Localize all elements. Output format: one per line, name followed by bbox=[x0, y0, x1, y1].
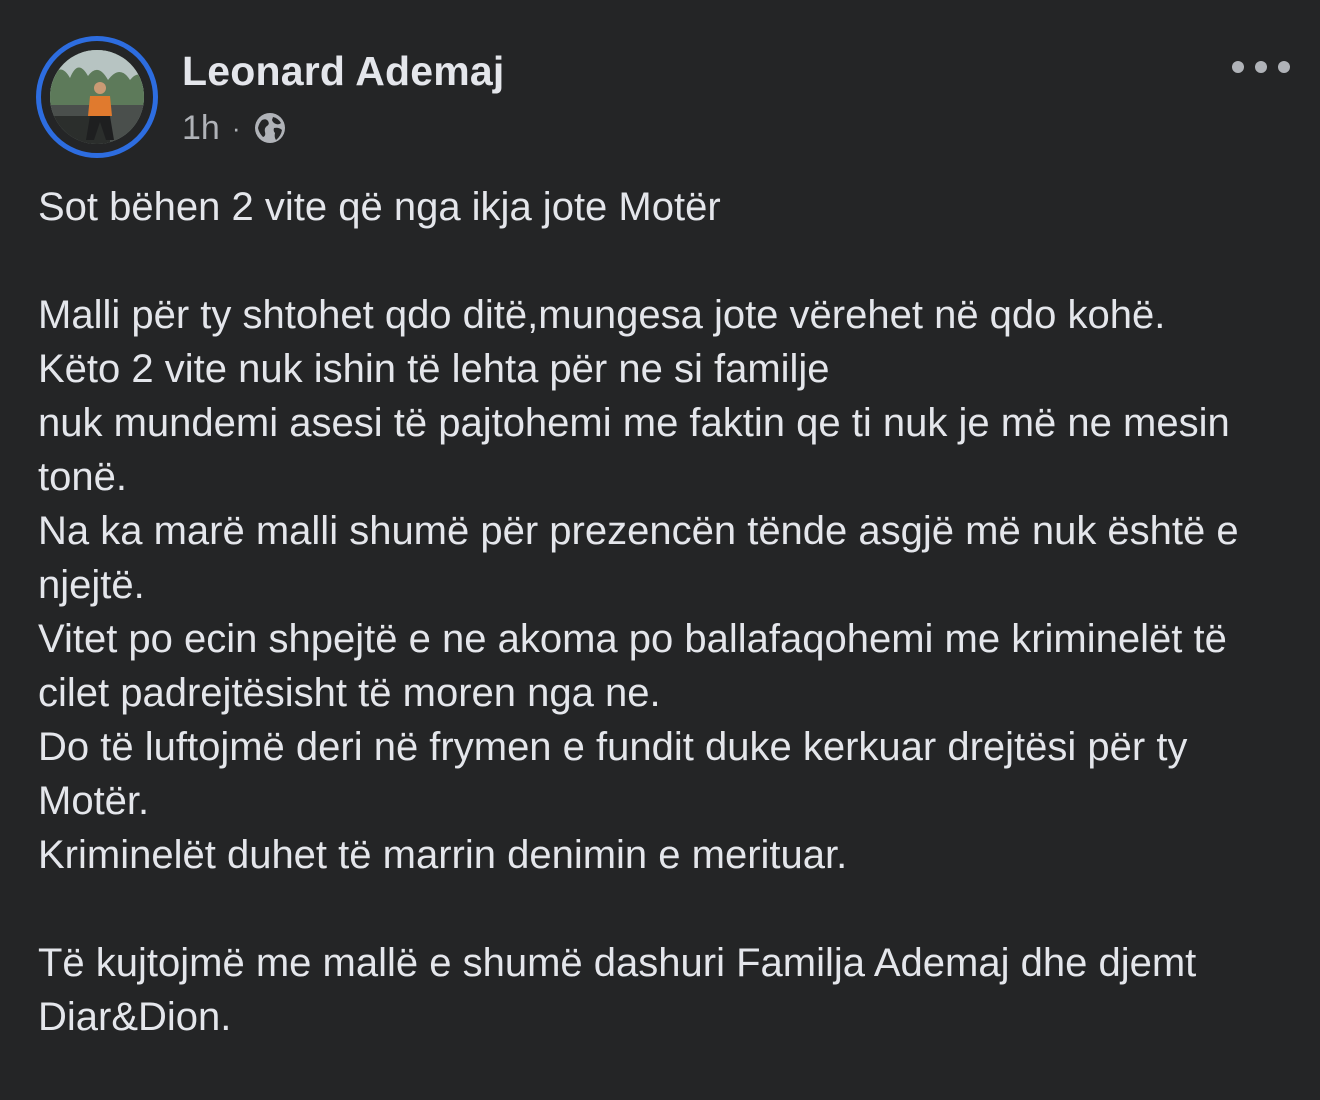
more-options-dot bbox=[1255, 61, 1267, 73]
facebook-post: Leonard Ademaj 1h · Sot bëhen 2 vite që … bbox=[0, 0, 1320, 1100]
post-header: Leonard Ademaj 1h · bbox=[36, 36, 1296, 158]
more-options-icon bbox=[1232, 61, 1244, 73]
meta-separator: · bbox=[231, 112, 241, 143]
avatar[interactable] bbox=[50, 50, 144, 144]
avatar-photo-icon bbox=[50, 50, 144, 144]
post-body-text: Sot bëhen 2 vite që nga ikja jote Motër … bbox=[38, 185, 1239, 1039]
author-name[interactable]: Leonard Ademaj bbox=[182, 48, 505, 95]
more-options-dot bbox=[1278, 61, 1290, 73]
post-timestamp[interactable]: 1h bbox=[182, 109, 220, 148]
globe-icon[interactable] bbox=[253, 111, 287, 145]
post-meta: 1h · bbox=[182, 108, 287, 148]
avatar-story-ring[interactable] bbox=[36, 36, 158, 158]
more-options-button[interactable] bbox=[1232, 50, 1290, 84]
